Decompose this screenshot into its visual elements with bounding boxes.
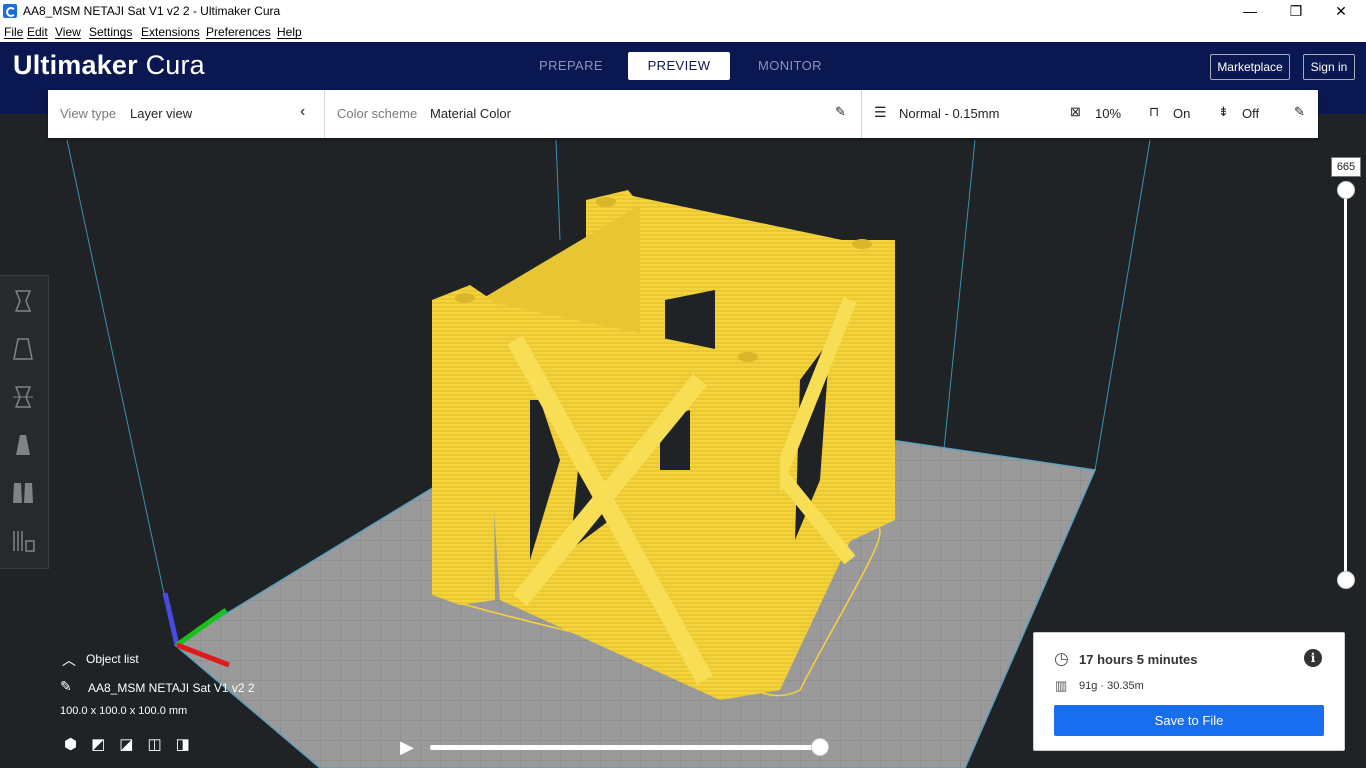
play-icon[interactable]: ▶ xyxy=(400,737,414,758)
playback-handle[interactable] xyxy=(811,738,829,756)
model-pillar xyxy=(712,348,780,695)
model-pillar xyxy=(432,285,495,605)
sign-in-button[interactable]: Sign in xyxy=(1303,54,1355,80)
per-model-settings-icon[interactable] xyxy=(8,478,38,508)
model-hole xyxy=(852,239,872,249)
print-info-panel: ◷ 17 hours 5 minutes i ▥ 91g · 30.35m Sa… xyxy=(1033,632,1345,751)
print-time: 17 hours 5 minutes xyxy=(1079,652,1198,667)
infill-icon: ⊠ xyxy=(1070,104,1081,119)
cura-app-icon xyxy=(3,4,17,18)
material-usage: 91g · 30.35m xyxy=(1079,680,1144,692)
pencil-icon[interactable]: ✎ xyxy=(835,104,846,120)
menu-file[interactable]: File xyxy=(4,25,23,39)
tab-preview[interactable]: PREVIEW xyxy=(628,52,730,80)
object-dimensions: 100.0 x 100.0 x 100.0 mm xyxy=(60,705,188,717)
support-icon: ⊓ xyxy=(1149,104,1160,119)
menu-preferences[interactable]: Preferences xyxy=(206,25,271,39)
view-type-section[interactable]: View type Layer view ‹ xyxy=(48,90,325,138)
profile-value[interactable]: Normal - 0.15mm xyxy=(899,106,999,121)
scale-tool-icon[interactable] xyxy=(8,334,38,364)
camera-view-icons[interactable]: ⬢◩◪◫◨ xyxy=(64,735,204,753)
tab-prepare[interactable]: PREPARE xyxy=(520,52,622,80)
build-volume-edge xyxy=(1094,139,1151,471)
support-blocker-icon[interactable] xyxy=(8,526,38,556)
pencil-icon[interactable]: ✎ xyxy=(1294,104,1305,120)
menu-bar: File Edit View Settings Extensions Prefe… xyxy=(0,22,1366,42)
menu-help[interactable]: Help xyxy=(277,25,302,39)
color-scheme-label: Color scheme xyxy=(337,106,418,121)
view-type-value[interactable]: Layer view xyxy=(130,106,192,121)
move-tool-icon[interactable] xyxy=(8,286,38,316)
window-title: AA8_MSM NETAJI Sat V1 v2 2 - Ultimaker C… xyxy=(23,4,281,18)
object-list-header[interactable]: Object list xyxy=(86,652,139,666)
color-scheme-value[interactable]: Material Color xyxy=(430,106,511,121)
minimize-button[interactable]: — xyxy=(1227,0,1273,22)
menu-edit[interactable]: Edit xyxy=(27,25,48,39)
marketplace-button[interactable]: Marketplace xyxy=(1210,54,1290,80)
tool-panel xyxy=(0,275,49,569)
z-axis xyxy=(162,592,180,646)
window-titlebar: AA8_MSM NETAJI Sat V1 v2 2 - Ultimaker C… xyxy=(0,0,1366,22)
layer-slider-top-handle[interactable] xyxy=(1337,181,1355,199)
chevron-up-icon[interactable]: ︿ xyxy=(62,650,76,670)
info-icon[interactable]: i xyxy=(1304,649,1322,667)
pencil-icon[interactable]: ✎ xyxy=(60,678,72,695)
close-button[interactable]: ✕ xyxy=(1318,0,1364,22)
layer-slider-track[interactable] xyxy=(1344,189,1347,579)
mirror-tool-icon[interactable] xyxy=(8,430,38,460)
view-type-label: View type xyxy=(60,106,117,121)
menu-view[interactable]: View xyxy=(55,25,81,39)
model-hole xyxy=(738,352,758,362)
model-hole xyxy=(596,197,616,207)
support-value[interactable]: On xyxy=(1173,106,1190,121)
ultimaker-cura-logo: Ultimaker Cura xyxy=(13,50,205,80)
infill-value[interactable]: 10% xyxy=(1095,106,1121,121)
layer-playback-track[interactable] xyxy=(430,745,820,750)
rotate-tool-icon[interactable] xyxy=(8,382,38,412)
adhesion-value[interactable]: Off xyxy=(1242,106,1259,121)
view-toolbar: View type Layer view ‹ Color scheme Mate… xyxy=(48,90,1318,138)
menu-settings[interactable]: Settings xyxy=(89,25,132,39)
save-to-file-button[interactable]: Save to File xyxy=(1054,705,1324,736)
adhesion-icon: ⇟ xyxy=(1218,104,1229,119)
material-icon: ▥ xyxy=(1055,678,1068,693)
tab-monitor[interactable]: MONITOR xyxy=(739,52,841,80)
print-settings-section[interactable]: ☰ Normal - 0.15mm ⊠ 10% ⊓ On ⇟ Off ✎ xyxy=(862,90,1318,138)
restore-button[interactable]: ❐ xyxy=(1273,0,1319,22)
clock-icon: ◷ xyxy=(1054,649,1069,668)
layer-number-box[interactable]: 665 xyxy=(1331,157,1361,177)
model-hole xyxy=(455,293,475,303)
build-volume-edge xyxy=(555,139,561,241)
menu-extensions[interactable]: Extensions xyxy=(141,25,200,39)
chevron-left-icon[interactable]: ‹ xyxy=(300,103,305,121)
layer-slider-bottom-handle[interactable] xyxy=(1337,571,1355,589)
build-volume-edge xyxy=(66,139,176,646)
color-scheme-section[interactable]: Color scheme Material Color ✎ xyxy=(325,90,862,138)
object-name: AA8_MSM NETAJI Sat V1 v2 2 xyxy=(88,681,255,695)
profile-icon: ☰ xyxy=(874,104,887,120)
